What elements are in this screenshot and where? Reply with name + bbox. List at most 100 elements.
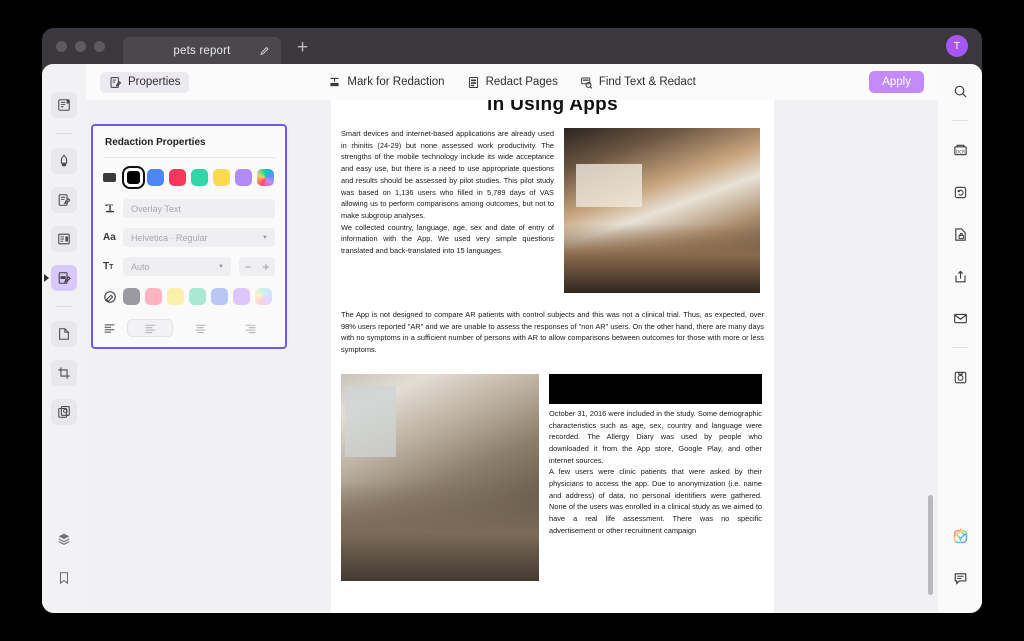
paragraph: October 31, 2016 were included in the st… (549, 408, 762, 465)
application-window: pets report + T Properties Mark for Reda… (42, 28, 982, 613)
sidebar-item-ocr[interactable]: OCR (947, 137, 973, 163)
sidebar-item-page-edit[interactable] (51, 321, 77, 347)
font-row: Aa Helvetica · Regular ▼ (93, 228, 285, 247)
tab-properties-label: Properties (128, 76, 181, 88)
email-icon (953, 311, 968, 326)
outline-swatch-gray[interactable] (123, 288, 140, 305)
page-edit-icon (57, 327, 71, 341)
avatar[interactable]: T (946, 35, 968, 57)
tab-mark-for-redaction[interactable]: Mark for Redaction (319, 72, 453, 93)
page-title: in Using Apps (487, 100, 618, 115)
tab-properties[interactable]: Properties (100, 71, 190, 93)
font-size-decrease-button[interactable]: − (244, 260, 251, 274)
sidebar-item-redact[interactable] (44, 265, 77, 291)
redaction-properties-panel: Redaction Properties T Overlay Text Aa H… (91, 124, 287, 349)
sidebar-item-email[interactable] (947, 305, 973, 331)
tab-redact-pages[interactable]: Redact Pages (458, 72, 567, 93)
align-center-button[interactable] (177, 319, 223, 337)
sidebar-item-crop[interactable] (51, 360, 77, 386)
outline-swatch-pink[interactable] (145, 288, 162, 305)
apply-button[interactable]: Apply (869, 71, 924, 93)
font-size-stepper[interactable]: − + (239, 257, 275, 276)
color-swatch-black[interactable] (122, 166, 145, 189)
color-swatch-custom-picker[interactable] (257, 169, 274, 186)
align-left-button[interactable] (127, 319, 173, 337)
redaction-properties-title: Redaction Properties (105, 137, 206, 148)
color-swatch-purple[interactable] (235, 169, 252, 186)
align-right-button[interactable] (227, 319, 273, 337)
sidebar-item-bookmark[interactable] (51, 565, 77, 591)
overlay-text-input[interactable]: Overlay Text (123, 199, 275, 218)
annotate-icon (57, 193, 71, 207)
color-swatch-green[interactable] (191, 169, 208, 186)
sidebar-item-annotate[interactable] (51, 187, 77, 213)
right-toolbar-rail: OCR (938, 64, 982, 613)
font-size-value: Auto (131, 261, 150, 272)
color-swatch-dark-preview[interactable] (103, 173, 116, 182)
tab-find-text-and-redact[interactable]: Find Text & Redact (571, 72, 705, 93)
document-image-meeting-room (564, 128, 760, 293)
sidebar-item-save[interactable] (947, 364, 973, 390)
new-tab-button[interactable]: + (297, 38, 308, 57)
sidebar-item-layers[interactable] (51, 526, 77, 552)
bookmark-icon (57, 571, 71, 585)
sidebar-item-comments[interactable] (947, 565, 973, 591)
paragraph: A few users were clinic patients that we… (549, 467, 762, 535)
outline-swatch-mint[interactable] (189, 288, 206, 305)
paragraph: We collected country, language, age, sex… (341, 222, 554, 256)
text-alignment-row (93, 319, 285, 337)
document-image-workspace (341, 373, 539, 581)
panel-divider (103, 157, 275, 158)
document-tab[interactable]: pets report (123, 37, 281, 64)
color-swatch-red[interactable] (169, 169, 186, 186)
font-size-select[interactable]: Auto ▼ (123, 257, 231, 276)
font-family-select[interactable]: Helvetica · Regular ▼ (123, 228, 275, 247)
font-family-icon: Aa (103, 232, 116, 243)
sidebar-item-share[interactable] (947, 263, 973, 289)
sidebar-item-search[interactable] (947, 78, 973, 104)
right-rail-divider (952, 120, 968, 121)
sidebar-item-protect-document[interactable] (947, 221, 973, 247)
sidebar-item-convert[interactable] (947, 179, 973, 205)
sidebar-item-highlighter[interactable] (51, 148, 77, 174)
left-toolbar-rail (42, 64, 86, 613)
sidebar-item-stamp[interactable] (51, 399, 77, 425)
svg-text:OCR: OCR (955, 149, 964, 154)
outline-swatch-lavender[interactable] (233, 288, 250, 305)
color-swatch-blue[interactable] (147, 169, 164, 186)
chevron-down-icon: ▼ (218, 263, 224, 270)
rename-tab-pencil-icon[interactable] (259, 45, 270, 56)
color-swatch-yellow[interactable] (213, 169, 230, 186)
properties-icon (109, 76, 122, 89)
outline-color-icon (103, 290, 123, 304)
font-size-increase-button[interactable]: + (262, 260, 269, 274)
outline-swatch-blue[interactable] (211, 288, 228, 305)
outline-swatch-custom-picker[interactable] (255, 288, 272, 305)
active-tool-pointer-icon (44, 274, 49, 282)
window-controls[interactable] (56, 40, 105, 52)
paragraph: Smart devices and internet-based applica… (341, 129, 554, 220)
close-window-button[interactable] (56, 40, 67, 52)
maximize-window-button[interactable] (94, 40, 105, 52)
pdf-page[interactable]: in Using Apps Smart devices and internet… (331, 100, 774, 613)
overlay-text-row: T Overlay Text (93, 199, 285, 218)
sidebar-item-ai-assistant[interactable] (947, 523, 973, 549)
comment-icon (953, 571, 968, 586)
form-fields-icon (57, 232, 71, 246)
document-tab-label: pets report (173, 44, 231, 57)
minimize-window-button[interactable] (75, 40, 86, 52)
document-column-right-text: October 31, 2016 were included in the st… (549, 408, 762, 537)
sidebar-item-form-fields[interactable] (51, 226, 77, 252)
crop-icon (57, 366, 71, 380)
redact-pages-icon (467, 76, 480, 89)
vertical-scrollbar[interactable] (928, 495, 933, 595)
tab-redact-pages-label: Redact Pages (485, 76, 558, 88)
workspace: Properties Mark for Redaction Redact Pag… (42, 64, 982, 613)
outline-swatch-yellow[interactable] (167, 288, 184, 305)
sidebar-item-bookmarks-panel[interactable] (51, 92, 77, 118)
mark-for-redaction-icon (328, 76, 341, 89)
outline-color-row (93, 288, 285, 305)
redaction-mark[interactable] (549, 373, 762, 404)
overlay-text-icon: T (103, 202, 123, 216)
font-family-value: Helvetica · Regular (131, 232, 208, 243)
